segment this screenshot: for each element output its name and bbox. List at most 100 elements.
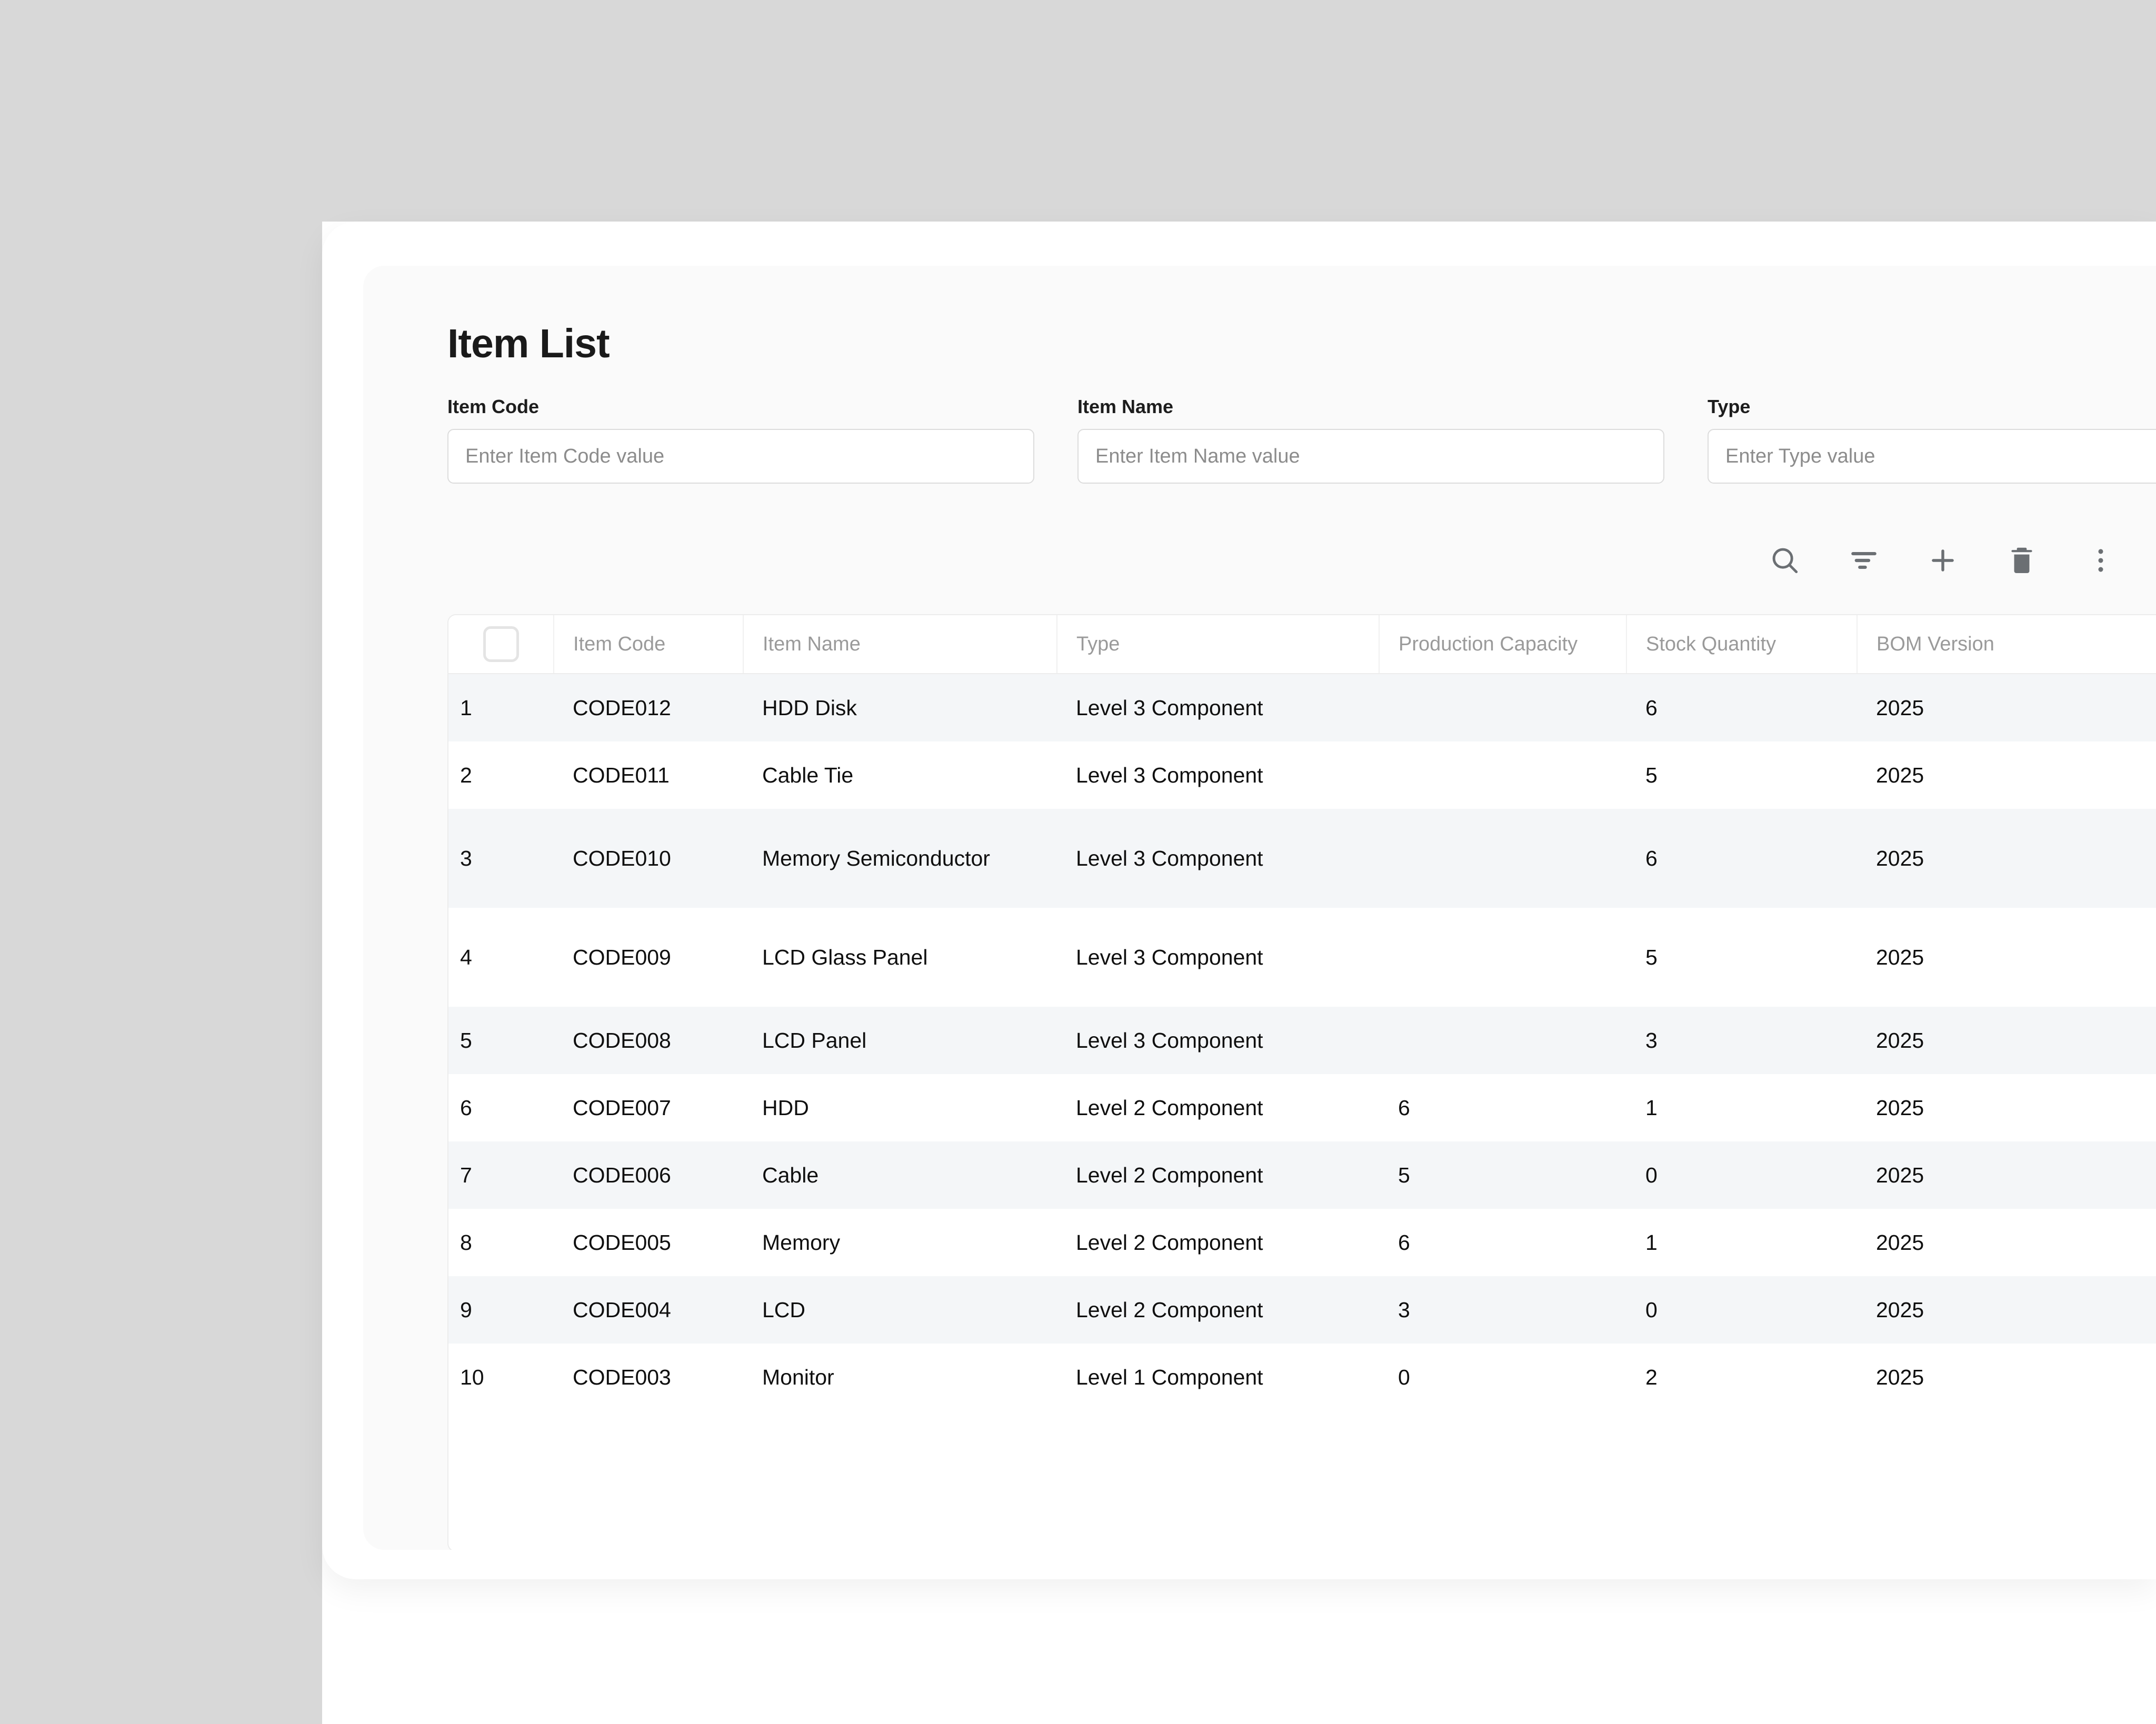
table-row[interactable]: 2 CODE011 Cable Tie Level 3 Component 5 2025 bbox=[448, 741, 2156, 809]
cell-item-code: CODE006 bbox=[554, 1141, 743, 1209]
filter-field-type: Type bbox=[1708, 397, 2156, 484]
cell-bom-version: 2025 bbox=[1857, 809, 2156, 908]
cell-stock-quantity: 5 bbox=[1626, 741, 1857, 809]
row-index: 3 bbox=[448, 809, 554, 908]
cell-stock-quantity: 5 bbox=[1626, 908, 1857, 1007]
item-table: Item Code Item Name Type Production Capa… bbox=[448, 615, 2156, 1411]
row-index: 4 bbox=[448, 908, 554, 1007]
filter-button[interactable] bbox=[1824, 532, 1903, 589]
cell-production-capacity bbox=[1379, 741, 1626, 809]
cell-production-capacity bbox=[1379, 674, 1626, 741]
column-header-production-capacity[interactable]: Production Capacity bbox=[1379, 615, 1627, 674]
table-row[interactable]: 6 CODE007 HDD Level 2 Component 6 1 2025 bbox=[448, 1074, 2156, 1141]
table-toolbar bbox=[1745, 532, 2140, 589]
backdrop-top-gray bbox=[0, 0, 2156, 222]
cell-stock-quantity: 2 bbox=[1626, 1344, 1857, 1411]
cell-item-name: Memory Semiconductor bbox=[743, 809, 1057, 908]
table-header-row: Item Code Item Name Type Production Capa… bbox=[448, 615, 2156, 674]
cell-bom-version: 2025 bbox=[1857, 1209, 2156, 1276]
cell-item-name: Cable bbox=[743, 1141, 1057, 1209]
cell-bom-version: 2025 bbox=[1857, 1007, 2156, 1074]
page-title: Item List bbox=[447, 321, 610, 366]
cell-item-name: Cable Tie bbox=[743, 741, 1057, 809]
cell-item-name: HDD Disk bbox=[743, 674, 1057, 741]
filter-label-item-code: Item Code bbox=[447, 396, 540, 417]
cell-stock-quantity: 3 bbox=[1626, 1007, 1857, 1074]
cell-bom-version: 2025 bbox=[1857, 1074, 2156, 1141]
cell-item-name: LCD Panel bbox=[743, 1007, 1057, 1074]
type-input[interactable] bbox=[1708, 429, 2156, 484]
filter-field-item-code: Item Code bbox=[447, 397, 1034, 484]
item-code-input[interactable] bbox=[447, 429, 1034, 484]
cell-stock-quantity: 1 bbox=[1626, 1209, 1857, 1276]
row-index: 1 bbox=[448, 674, 554, 741]
cell-item-name: HDD bbox=[743, 1074, 1057, 1141]
table-row[interactable]: 5 CODE008 LCD Panel Level 3 Component 3 2025 bbox=[448, 1007, 2156, 1074]
cell-item-name: Memory bbox=[743, 1209, 1057, 1276]
cell-bom-version: 2025 bbox=[1857, 741, 2156, 809]
page-root: Item List Item Code Item Name Type bbox=[0, 0, 2156, 1724]
select-all-checkbox[interactable] bbox=[483, 626, 519, 662]
search-button[interactable] bbox=[1745, 532, 1824, 589]
cell-type: Level 3 Component bbox=[1057, 908, 1379, 1007]
item-name-input[interactable] bbox=[1077, 429, 1664, 484]
cell-item-code: CODE009 bbox=[554, 908, 743, 1007]
row-index: 7 bbox=[448, 1141, 554, 1209]
row-index: 10 bbox=[448, 1344, 554, 1411]
cell-item-name: LCD Glass Panel bbox=[743, 908, 1057, 1007]
cell-type: Level 2 Component bbox=[1057, 1209, 1379, 1276]
column-header-stock-quantity[interactable]: Stock Quantity bbox=[1626, 615, 1858, 674]
cell-type: Level 2 Component bbox=[1057, 1074, 1379, 1141]
table-row[interactable]: 10 CODE003 Monitor Level 1 Component 0 2 2025 bbox=[448, 1344, 2156, 1411]
table-row[interactable]: 7 CODE006 Cable Level 2 Component 5 0 2025 bbox=[448, 1141, 2156, 1209]
delete-icon bbox=[2005, 544, 2038, 577]
cell-production-capacity: 6 bbox=[1379, 1074, 1626, 1141]
filter-field-item-name: Item Name bbox=[1077, 397, 1664, 484]
column-header-item-code[interactable]: Item Code bbox=[554, 615, 744, 674]
cell-bom-version: 2025 bbox=[1857, 908, 2156, 1007]
more-options-button[interactable] bbox=[2061, 532, 2140, 589]
add-icon bbox=[1927, 544, 1959, 577]
cell-production-capacity bbox=[1379, 809, 1626, 908]
row-index: 9 bbox=[448, 1276, 554, 1344]
cell-type: Level 3 Component bbox=[1057, 741, 1379, 809]
cell-type: Level 3 Component bbox=[1057, 1007, 1379, 1074]
cell-production-capacity: 3 bbox=[1379, 1276, 1626, 1344]
table-row[interactable]: 3 CODE010 Memory Semiconductor Level 3 Comp… bbox=[448, 809, 2156, 908]
column-header-item-name[interactable]: Item Name bbox=[743, 615, 1057, 674]
cell-item-code: CODE007 bbox=[554, 1074, 743, 1141]
cell-type: Level 3 Component bbox=[1057, 674, 1379, 741]
cell-production-capacity: 0 bbox=[1379, 1344, 1626, 1411]
table-row[interactable]: 4 CODE009 LCD Glass Panel Level 3 Component… bbox=[448, 908, 2156, 1007]
table-row[interactable]: 8 CODE005 Memory Level 2 Component 6 1 2025 bbox=[448, 1209, 2156, 1276]
delete-button[interactable] bbox=[1982, 532, 2061, 589]
cell-production-capacity bbox=[1379, 908, 1626, 1007]
cell-bom-version: 2025 bbox=[1857, 1344, 2156, 1411]
filter-label-type: Type bbox=[1708, 396, 1751, 417]
table-row[interactable]: 1 CODE012 HDD Disk Level 3 Component 6 2025 bbox=[448, 674, 2156, 741]
content-panel: Item List Item Code Item Name Type bbox=[363, 266, 2156, 1550]
cell-item-code: CODE012 bbox=[554, 674, 743, 741]
cell-item-code: CODE011 bbox=[554, 741, 743, 809]
cell-item-name: Monitor bbox=[743, 1344, 1057, 1411]
backdrop-left-gray bbox=[0, 0, 322, 1724]
cell-type: Level 2 Component bbox=[1057, 1276, 1379, 1344]
row-index: 5 bbox=[448, 1007, 554, 1074]
cell-item-code: CODE003 bbox=[554, 1344, 743, 1411]
select-all-header-cell bbox=[448, 615, 554, 674]
filter-label-item-name: Item Name bbox=[1077, 396, 1174, 417]
table-row[interactable]: 9 CODE004 LCD Level 2 Component 3 0 2025 bbox=[448, 1276, 2156, 1344]
column-header-type[interactable]: Type bbox=[1057, 615, 1380, 674]
row-index: 2 bbox=[448, 741, 554, 809]
row-index: 8 bbox=[448, 1209, 554, 1276]
column-header-bom-version[interactable]: BOM Version bbox=[1857, 615, 2156, 674]
cell-production-capacity: 5 bbox=[1379, 1141, 1626, 1209]
more-options-icon bbox=[2084, 544, 2117, 577]
cell-item-name: LCD bbox=[743, 1276, 1057, 1344]
search-icon bbox=[1769, 544, 1801, 577]
cell-item-code: CODE005 bbox=[554, 1209, 743, 1276]
add-button[interactable] bbox=[1903, 532, 1982, 589]
cell-item-code: CODE010 bbox=[554, 809, 743, 908]
filter-icon bbox=[1848, 544, 1880, 577]
cell-type: Level 1 Component bbox=[1057, 1344, 1379, 1411]
